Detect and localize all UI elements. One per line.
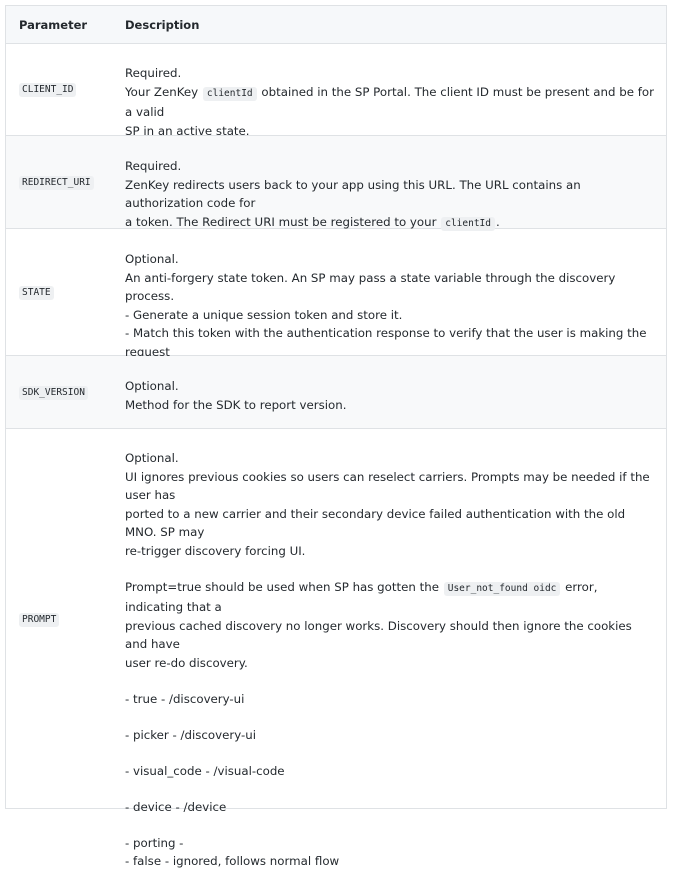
description-line: Optional.	[125, 252, 179, 266]
description-line: - visual_code - /visual-code	[125, 763, 285, 778]
description-line: previous cached discovery no longer work…	[125, 618, 632, 652]
description-cell: Optional. Method for the SDK to report ve…	[125, 377, 655, 414]
text-segment: Prompt=true should be used when SP has g…	[125, 579, 443, 594]
description-line: UI ignores previous cookies so users can…	[125, 469, 650, 503]
text-segment: Your ZenKey	[125, 84, 202, 99]
description-line: user re-do discovery.	[125, 655, 248, 670]
description-line: ported to a new carrier and their second…	[125, 506, 626, 540]
description-line: Required.	[125, 159, 182, 173]
table-row: PROMPT Optional. UI ignores previous cook…	[6, 429, 666, 868]
param-code: REDIRECT_URI	[19, 176, 94, 190]
description-line: Prompt=true should be used when SP has g…	[125, 578, 655, 617]
header-description: Description	[125, 18, 200, 32]
inline-code: User_not_found oidc	[443, 581, 561, 596]
description-line: - porting -	[125, 835, 184, 850]
description-line: Method for the SDK to report version.	[125, 397, 347, 412]
header-parameter: Parameter	[19, 18, 88, 32]
parameters-table: Parameter Description CLIENT_ID Required…	[5, 5, 667, 868]
table-row: CLIENT_ID Required. Your ZenKey clientId …	[6, 44, 666, 138]
param-code: CLIENT_ID	[19, 83, 77, 97]
param-code: STATE	[19, 286, 54, 300]
param-code: PROMPT	[19, 613, 60, 627]
description-line: An anti-forgery state token. An SP may p…	[125, 270, 616, 304]
description-line: Your ZenKey clientId obtained in the SP …	[125, 83, 655, 122]
table-row: SDK_VERSION Optional. Method for the SDK …	[6, 356, 666, 429]
description-line: Optional.	[125, 379, 179, 393]
description-line: - device - /device	[125, 799, 227, 814]
description-line: Required.	[125, 66, 182, 80]
text-segment: .	[495, 214, 500, 229]
description-line: Optional.	[125, 451, 179, 465]
inline-code: clientId	[202, 86, 257, 101]
description-line: ZenKey redirects users back to your app …	[125, 177, 581, 211]
description-cell: Required. Your ZenKey clientId obtained i…	[125, 64, 655, 140]
text-segment: a token. The Redirect URI must be regist…	[125, 214, 441, 229]
description-line: - Generate a unique session token and st…	[125, 307, 403, 322]
param-code: SDK_VERSION	[19, 386, 88, 400]
table-header: Parameter Description	[6, 6, 666, 44]
description-line: - picker - /discovery-ui	[125, 727, 256, 742]
table-row: STATE Optional. An anti-forgery state tok…	[6, 229, 666, 377]
description-line: re-trigger discovery forcing UI.	[125, 543, 306, 558]
description-cell: Optional. UI ignores previous cookies so …	[125, 449, 655, 871]
description-line: - true - /discovery-ui	[125, 691, 245, 706]
description-cell: Required. ZenKey redirects users back to …	[125, 157, 655, 233]
table-row: REDIRECT_URI Required. ZenKey redirects u…	[6, 136, 666, 231]
description-line: - false - ignored, follows normal flow	[125, 854, 340, 868]
